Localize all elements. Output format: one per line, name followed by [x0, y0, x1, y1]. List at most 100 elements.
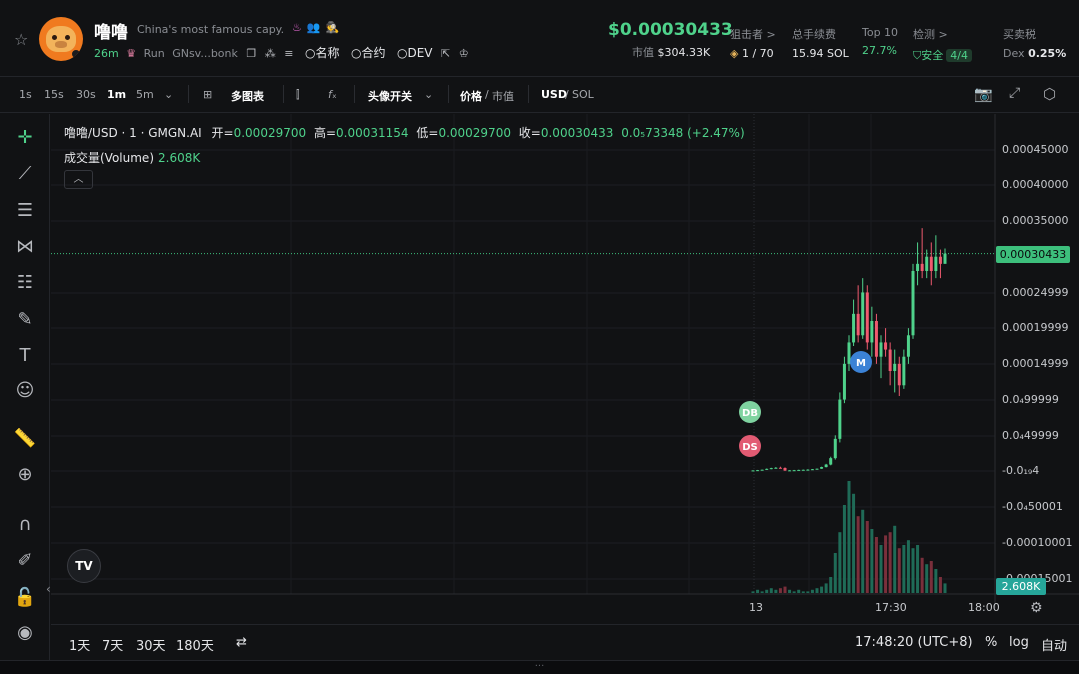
- magnet-icon[interactable]: ∩: [12, 512, 38, 538]
- candle-body: [888, 349, 892, 371]
- snipers-stat[interactable]: 狙击者 > ◈ 1 / 70: [730, 26, 776, 60]
- pattern-icon[interactable]: ⋈: [12, 234, 38, 260]
- ruler-icon[interactable]: 📏: [12, 426, 38, 452]
- price-chart[interactable]: DB DS M: [51, 114, 1079, 608]
- contract-address[interactable]: GNsv...bonk: [172, 47, 238, 60]
- add-chart-icon[interactable]: ⊞: [203, 88, 212, 101]
- interval-5m[interactable]: 5m: [136, 88, 154, 101]
- share-icon[interactable]: ⇱: [441, 47, 450, 60]
- copy-icon[interactable]: ❐: [246, 47, 256, 60]
- usd-currency-button[interactable]: USD: [541, 88, 567, 101]
- multi-chart-button[interactable]: 多图表: [231, 88, 264, 104]
- candle-body: [788, 470, 792, 472]
- candle-body: [801, 469, 805, 471]
- lock-drawings-icon[interactable]: ✐: [12, 548, 38, 574]
- volume-bar: [943, 583, 947, 593]
- volume-bar: [902, 545, 906, 593]
- dev-buy-marker-label: DB: [742, 408, 758, 419]
- tradingview-logo-icon[interactable]: TV: [67, 549, 101, 583]
- mcap-mode-button[interactable]: 市值: [492, 88, 514, 104]
- spy-icon[interactable]: 🕵: [326, 21, 340, 34]
- favorite-star-icon[interactable]: ☆: [14, 30, 28, 49]
- resize-handle[interactable]: ···: [0, 660, 1079, 674]
- open-value: 0.00029700: [233, 126, 307, 140]
- volume-bar: [934, 569, 938, 593]
- volume-bar: [765, 589, 769, 593]
- range-1d[interactable]: 1天: [69, 635, 90, 654]
- avatar-toggle-button[interactable]: 头像开关: [368, 88, 412, 104]
- emoji-icon[interactable]: ☺: [12, 378, 38, 404]
- top10-stat: Top 10 27.7%: [862, 26, 899, 57]
- volume-bar: [838, 532, 842, 593]
- indicators-fx-icon[interactable]: fₓ: [328, 88, 337, 101]
- axis-settings-gear-icon[interactable]: ⚙: [1030, 600, 1043, 616]
- auto-scale-toggle[interactable]: 自动: [1041, 635, 1067, 654]
- interval-1s[interactable]: 1s: [19, 88, 32, 101]
- search-dev-link[interactable]: ○DEV: [397, 46, 433, 60]
- volume-bar: [852, 493, 856, 593]
- candle-body: [751, 470, 755, 472]
- horizontal-lines-icon[interactable]: ☰: [12, 198, 38, 224]
- crown-icon[interactable]: ♔: [459, 47, 469, 60]
- candle-body: [756, 470, 760, 472]
- volume-bar: [916, 545, 920, 593]
- candle-body: [879, 342, 883, 357]
- y-axis-label: 0.00040000: [1002, 178, 1069, 191]
- avatar-toggle-chevron-icon[interactable]: ⌄: [424, 88, 433, 101]
- volume-bar: [792, 591, 796, 593]
- brush-icon[interactable]: ✎: [12, 307, 38, 333]
- interval-1m[interactable]: 1m: [107, 88, 126, 101]
- list-icon[interactable]: ≡: [284, 47, 293, 60]
- interval-30s[interactable]: 30s: [76, 88, 96, 101]
- candle-type-icon[interactable]: ⫿: [296, 88, 300, 102]
- search-contract-link[interactable]: ○合约: [351, 46, 386, 60]
- volume-bar: [820, 586, 824, 593]
- current-price: $0.00030433: [608, 20, 733, 40]
- screenshot-camera-icon[interactable]: 📷: [974, 85, 993, 103]
- holders-icon[interactable]: ⁂: [265, 47, 276, 60]
- interval-15s[interactable]: 15s: [44, 88, 64, 101]
- volume-bar: [778, 588, 782, 593]
- collapse-legend-button[interactable]: ︿: [64, 170, 93, 189]
- trend-line-icon[interactable]: ⟋: [12, 161, 38, 187]
- unlock-icon[interactable]: 🔓: [12, 585, 38, 611]
- candle-body: [911, 271, 915, 336]
- sol-currency-button[interactable]: SOL: [572, 88, 594, 101]
- fire-icon[interactable]: ♨: [292, 21, 302, 34]
- candle-body: [783, 468, 787, 471]
- search-name-link[interactable]: ○名称: [305, 46, 340, 60]
- security-check-stat[interactable]: 检测 > ⛉安全 4/4: [913, 26, 972, 63]
- visibility-eye-icon[interactable]: ◉: [12, 620, 38, 646]
- volume-bar: [856, 516, 860, 593]
- header-social-icons: ♨ 👥 🕵: [292, 21, 344, 34]
- candle-body: [874, 321, 878, 357]
- dev-sell-marker-label: DS: [742, 442, 758, 453]
- clock-time[interactable]: 17:48:20 (UTC+8): [855, 635, 973, 650]
- candle-body: [934, 256, 938, 271]
- volume-bar: [920, 557, 924, 593]
- fullscreen-icon[interactable]: ⤢: [1009, 85, 1020, 101]
- candle-body: [870, 321, 874, 343]
- volume-bar: [751, 591, 755, 593]
- y-axis-label: 0.00014999: [1002, 357, 1069, 370]
- group-icon[interactable]: 👥: [307, 21, 321, 34]
- candle-body: [856, 313, 860, 336]
- zoom-in-icon[interactable]: ⊕: [12, 462, 38, 488]
- text-tool-icon[interactable]: T: [12, 343, 38, 369]
- range-30d[interactable]: 30天: [136, 635, 166, 654]
- x-axis-label: 13: [749, 601, 763, 614]
- volume-bar: [938, 577, 942, 593]
- range-7d[interactable]: 7天: [102, 635, 123, 654]
- fib-lines-icon[interactable]: ☷: [12, 270, 38, 296]
- y-axis-label: 0.0₄99999: [1002, 393, 1059, 406]
- interval-dropdown-chevron-icon[interactable]: ⌄: [164, 88, 173, 101]
- y-axis-label: -0.00010001: [1002, 536, 1073, 549]
- platform-name: Run: [143, 47, 165, 60]
- range-180d[interactable]: 180天: [176, 635, 214, 654]
- settings-hex-icon[interactable]: ⬡: [1043, 85, 1056, 103]
- crosshair-icon[interactable]: ✛: [12, 125, 38, 151]
- log-scale-toggle[interactable]: log: [1009, 635, 1029, 650]
- price-mode-button[interactable]: 价格: [460, 88, 482, 104]
- date-range-calendar-icon[interactable]: ⇄: [236, 635, 247, 650]
- percent-scale-toggle[interactable]: %: [985, 635, 997, 650]
